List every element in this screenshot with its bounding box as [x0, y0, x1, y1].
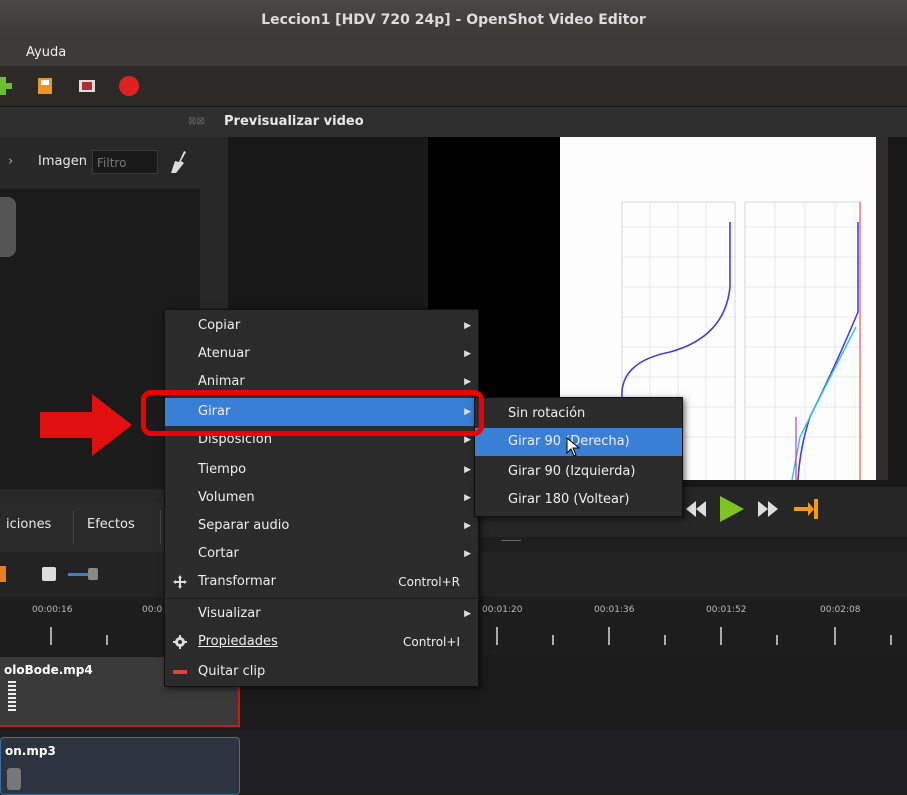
ruler-tick	[496, 627, 498, 645]
audio-thumbnail	[7, 768, 21, 790]
record-icon[interactable]	[118, 75, 140, 97]
menu-item-separate-audio[interactable]: Separar audio ▶	[165, 512, 478, 540]
ruler-tick	[890, 635, 892, 645]
menu-item-remove-clip[interactable]: Quitar clip	[165, 658, 478, 686]
window-title: Leccion1 [HDV 720 24p] - OpenShot Video …	[0, 0, 907, 40]
ruler-label: 00:0	[142, 605, 163, 615]
fast-forward-icon[interactable]	[758, 501, 778, 517]
red-highlight-box	[141, 390, 484, 436]
submenu-item-label: Girar 180 (Voltear)	[508, 492, 630, 507]
jump-end-icon[interactable]	[794, 499, 818, 519]
ruler-label: 00:00:16	[32, 605, 73, 615]
menu-item-cut[interactable]: Cortar ▶	[165, 540, 478, 568]
rewind-icon[interactable]	[686, 501, 706, 517]
menu-item-label: Visualizar	[198, 606, 261, 621]
ruler-tick	[776, 635, 778, 645]
red-arrow-annotation	[40, 394, 132, 456]
gear-icon	[173, 635, 187, 649]
menu-item-label: Quitar clip	[198, 664, 266, 679]
save-icon[interactable]	[36, 77, 54, 95]
submenu-arrow-icon: ▶	[464, 349, 471, 359]
remove-icon	[173, 670, 187, 674]
film-strip-icon	[8, 681, 16, 711]
menu-bar: Ayuda	[0, 40, 907, 66]
menu-item-label: Propiedades	[198, 634, 278, 649]
tab-divider	[160, 510, 161, 544]
ruler-tick	[552, 635, 554, 645]
menu-item-volume[interactable]: Volumen ▶	[165, 484, 478, 512]
timeline-mark	[501, 540, 521, 541]
ruler-tick	[106, 635, 108, 645]
menu-item-label: Atenuar	[198, 346, 250, 361]
film-icon[interactable]	[78, 77, 96, 95]
submenu-arrow-icon: ▶	[464, 549, 471, 559]
menu-separator	[167, 598, 476, 599]
zoom-slider-track[interactable]	[68, 573, 90, 576]
menu-item-shortcut: Control+R	[398, 575, 460, 589]
menu-item-label: Tiempo	[198, 462, 247, 477]
tab-transitions[interactable]: iciones	[6, 517, 51, 532]
tab-effects[interactable]: Efectos	[87, 517, 135, 532]
menu-item-label: Separar audio	[198, 518, 290, 533]
menu-item-display[interactable]: Visualizar ▶	[165, 600, 478, 628]
submenu-item-rotate-left[interactable]: Girar 90 (Izquierda)	[475, 458, 682, 486]
ruler-tick	[50, 627, 52, 645]
broom-icon[interactable]	[170, 151, 188, 173]
filter-tab-image[interactable]: Imagen	[38, 154, 87, 169]
submenu-item-label: Sin rotación	[508, 406, 586, 421]
toolbar	[0, 66, 907, 107]
ruler-tick	[608, 627, 610, 645]
menu-item-fade[interactable]: Atenuar ▶	[165, 340, 478, 368]
menu-help[interactable]: Ayuda	[26, 45, 66, 60]
filter-row: › Imagen Filtro	[0, 147, 228, 179]
menu-item-shortcut: Control+I	[403, 635, 460, 649]
filter-input[interactable]: Filtro	[92, 150, 158, 174]
menu-item-properties[interactable]: Propiedades Control+I	[165, 628, 478, 656]
play-icon[interactable]	[720, 496, 744, 522]
snap-icon[interactable]	[42, 567, 56, 581]
dock-icon[interactable]: ⊠⊠	[188, 107, 205, 137]
mouse-cursor-icon	[566, 437, 580, 457]
ruler-tick	[834, 627, 836, 645]
move-icon	[173, 575, 187, 589]
preview-header: ⊠⊠ Previsualizar video	[188, 107, 907, 137]
add-icon[interactable]	[0, 77, 12, 95]
submenu-arrow-icon: ▶	[464, 609, 471, 619]
preview-scroll-strip	[876, 137, 888, 480]
file-thumbnail[interactable]	[0, 197, 16, 257]
clip-title: oloBode.mp4	[4, 663, 93, 677]
clip-context-menu: Copiar ▶ Atenuar ▶ Animar ▶ Girar ▶ Disp…	[164, 309, 479, 687]
ruler-label: 00:01:36	[594, 605, 635, 615]
menu-item-transform[interactable]: Transformar Control+R	[165, 568, 478, 596]
submenu-arrow-icon: ▶	[464, 521, 471, 531]
preview-title: Previsualizar video	[224, 114, 364, 129]
submenu-arrow-icon: ▶	[464, 321, 471, 331]
audio-clip[interactable]: on.mp3	[0, 737, 240, 795]
zoom-slider-handle[interactable]	[88, 568, 98, 580]
marker-icon[interactable]	[0, 566, 6, 582]
submenu-arrow-icon: ▶	[464, 465, 471, 475]
submenu-arrow-icon: ▶	[464, 493, 471, 503]
submenu-item-label: Girar 90 (Izquierda)	[508, 464, 636, 479]
chevron-icon: ›	[8, 154, 14, 169]
tab-divider	[73, 510, 74, 544]
menu-item-copy[interactable]: Copiar ▶	[165, 312, 478, 340]
ruler-label: 00:01:20	[482, 605, 523, 615]
submenu-item-no-rotation[interactable]: Sin rotación	[475, 400, 682, 428]
ruler-tick	[664, 635, 666, 645]
menu-item-label: Transformar	[198, 574, 276, 589]
rotate-submenu: Sin rotación Girar 90 (Derecha) Girar 90…	[474, 397, 683, 517]
menu-item-time[interactable]: Tiempo ▶	[165, 456, 478, 484]
menu-item-label: Copiar	[198, 318, 241, 333]
ruler-tick	[720, 627, 722, 645]
menu-item-label: Volumen	[198, 490, 255, 505]
submenu-item-rotate-180[interactable]: Girar 180 (Voltear)	[475, 486, 682, 514]
ruler-label: 00:01:52	[706, 605, 747, 615]
ruler-label: 00:02:08	[820, 605, 861, 615]
clip-title: on.mp3	[5, 744, 56, 758]
menu-item-label: Cortar	[198, 546, 239, 561]
